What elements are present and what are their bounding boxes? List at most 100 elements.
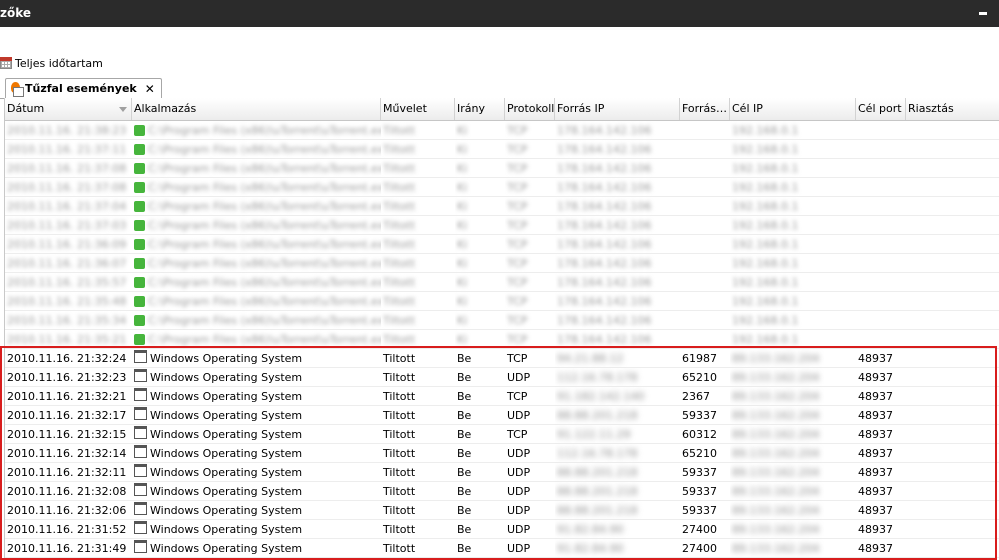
cell-text: TCP	[507, 257, 528, 270]
column-header-source-port[interactable]: Forrás…	[680, 98, 730, 120]
cell-text: 59337	[682, 409, 717, 422]
cell-source-port: 59337	[680, 482, 730, 501]
cell-direction: Ki	[455, 330, 505, 349]
table-row[interactable]: 2010.11.16. 21:31:52 Windows Operating Sy…	[5, 520, 999, 539]
column-header-dest-ip[interactable]: Cél IP	[730, 98, 856, 120]
cell-text: UDP	[507, 371, 531, 384]
cell-text: TCP	[507, 333, 528, 346]
column-header-application[interactable]: Alkalmazás	[132, 98, 381, 120]
cell-application: C:\Program Files (x86)\uTorrent\uTorrent…	[132, 235, 381, 254]
cell-date: 2010.11.16. 21:32:21	[5, 387, 132, 406]
cell-direction: Ki	[455, 273, 505, 292]
column-header-protocol[interactable]: Protokoll	[505, 98, 555, 120]
table-row[interactable]: 2010.11.16. 21:32:11 Windows Operating Sy…	[5, 463, 999, 482]
app-icon	[134, 201, 145, 212]
cell-source-port	[680, 178, 730, 197]
table-row[interactable]: 2010.11.16. 21:37:08 C:\Program Files (x8…	[5, 159, 999, 178]
window-icon	[134, 369, 147, 382]
table-row[interactable]: 2010.11.16. 21:35:21 C:\Program Files (x8…	[5, 330, 999, 349]
table-row[interactable]: 2010.11.16. 21:37:04 C:\Program Files (x8…	[5, 197, 999, 216]
table-row[interactable]: 2010.11.16. 21:36:07 C:\Program Files (x8…	[5, 254, 999, 273]
table-row[interactable]: 2010.11.16. 21:35:34 C:\Program Files (x8…	[5, 311, 999, 330]
cell-dest-ip: 192.168.0.1	[730, 235, 856, 254]
cell-source-ip: 178.164.142.106	[555, 254, 680, 273]
cell-action: Tiltott	[381, 140, 455, 159]
cell-text: Tiltott	[383, 276, 416, 289]
app-icon	[134, 239, 145, 250]
app-icon	[134, 144, 145, 155]
cell-dest-port	[856, 273, 906, 292]
table-row[interactable]: 2010.11.16. 21:32:17 Windows Operating Sy…	[5, 406, 999, 425]
window-titlebar: zőke	[0, 0, 999, 27]
column-header-source-ip[interactable]: Forrás IP	[555, 98, 680, 120]
cell-action: Tiltott	[381, 273, 455, 292]
cell-text: 89.133.162.204	[732, 504, 820, 517]
table-row[interactable]: 2010.11.16. 21:38:23 C:\Program Files (x8…	[5, 121, 999, 140]
cell-text: UDP	[507, 485, 531, 498]
cell-text: Tiltott	[383, 371, 416, 384]
cell-text: 178.164.142.106	[557, 143, 652, 156]
table-row[interactable]: 2010.11.16. 21:36:09 C:\Program Files (x8…	[5, 235, 999, 254]
table-row[interactable]: 2010.11.16. 21:32:24 Windows Operating Sy…	[5, 349, 999, 368]
cell-text: 192.168.0.1	[732, 219, 799, 232]
cell-dest-ip: 192.168.0.1	[730, 330, 856, 349]
cell-text: 91.182.142.140	[557, 390, 645, 403]
cell-date: 2010.11.16. 21:37:11	[5, 140, 132, 159]
cell-text: 91.82.84.90	[557, 523, 624, 536]
cell-text: Tiltott	[383, 409, 416, 422]
table-row[interactable]: 2010.11.16. 21:37:11 C:\Program Files (x8…	[5, 140, 999, 159]
events-grid: Dátum Alkalmazás Művelet Irány Protokoll…	[4, 98, 999, 558]
cell-text: TCP	[507, 390, 528, 403]
window-icon	[134, 350, 147, 363]
cell-text: 192.168.0.1	[732, 295, 799, 308]
cell-dest-ip: 192.168.0.1	[730, 197, 856, 216]
window-icon	[134, 521, 147, 534]
period-selector[interactable]: Teljes időtartam	[0, 55, 103, 71]
cell-text: 2010.11.16. 21:36:07	[7, 257, 127, 270]
column-header-date[interactable]: Dátum	[5, 98, 132, 120]
table-row[interactable]: 2010.11.16. 21:37:08 C:\Program Files (x8…	[5, 178, 999, 197]
table-row[interactable]: 2010.11.16. 21:35:57 C:\Program Files (x8…	[5, 273, 999, 292]
cell-dest-port	[856, 178, 906, 197]
table-row[interactable]: 2010.11.16. 21:31:49 Windows Operating Sy…	[5, 539, 999, 558]
tab-firewall-events[interactable]: Tűzfal események ✕	[5, 78, 162, 99]
cell-direction: Be	[455, 406, 505, 425]
cell-date: 2010.11.16. 21:37:04	[5, 197, 132, 216]
cell-application: Windows Operating System	[132, 482, 381, 501]
cell-source-port	[680, 235, 730, 254]
minimize-icon[interactable]	[979, 6, 988, 15]
table-row[interactable]: 2010.11.16. 21:35:48 C:\Program Files (x8…	[5, 292, 999, 311]
table-row[interactable]: 2010.11.16. 21:32:15 Windows Operating Sy…	[5, 425, 999, 444]
table-row[interactable]: 2010.11.16. 21:32:23 Windows Operating Sy…	[5, 368, 999, 387]
column-header-label: Dátum	[7, 102, 45, 115]
cell-text: 2010.11.16. 21:37:08	[7, 181, 127, 194]
table-row[interactable]: 2010.11.16. 21:32:06 Windows Operating Sy…	[5, 501, 999, 520]
cell-dest-port: 48937	[856, 368, 906, 387]
calendar-icon	[0, 57, 12, 69]
column-header-action[interactable]: Művelet	[381, 98, 455, 120]
cell-text: Tiltott	[383, 200, 416, 213]
table-row[interactable]: 2010.11.16. 21:32:14 Windows Operating Sy…	[5, 444, 999, 463]
cell-text: 178.164.142.106	[557, 162, 652, 175]
table-row[interactable]: 2010.11.16. 21:37:03 C:\Program Files (x8…	[5, 216, 999, 235]
app-icon	[134, 258, 145, 269]
cell-text: Ki	[457, 257, 468, 270]
table-row[interactable]: 2010.11.16. 21:32:08 Windows Operating Sy…	[5, 482, 999, 501]
close-icon[interactable]: ✕	[145, 82, 155, 96]
cell-date: 2010.11.16. 21:35:21	[5, 330, 132, 349]
column-header-direction[interactable]: Irány	[455, 98, 505, 120]
cell-text: Tiltott	[383, 181, 416, 194]
cell-date: 2010.11.16. 21:32:15	[5, 425, 132, 444]
cell-dest-port	[856, 197, 906, 216]
cell-text: Tiltott	[383, 238, 416, 251]
column-header-label: Cél port	[858, 102, 902, 115]
cell-dest-port	[856, 330, 906, 349]
cell-text: UDP	[507, 504, 531, 517]
cell-text: TCP	[507, 181, 528, 194]
cell-application: C:\Program Files (x86)\uTorrent\uTorrent…	[132, 292, 381, 311]
cell-text: 178.164.142.106	[557, 276, 652, 289]
column-header-dest-port[interactable]: Cél port	[856, 98, 906, 120]
column-header-alert[interactable]: Riasztás	[906, 98, 999, 120]
table-row[interactable]: 2010.11.16. 21:32:21 Windows Operating Sy…	[5, 387, 999, 406]
cell-text: C:\Program Files (x86)\uTorrent\uTorrent…	[148, 124, 381, 137]
